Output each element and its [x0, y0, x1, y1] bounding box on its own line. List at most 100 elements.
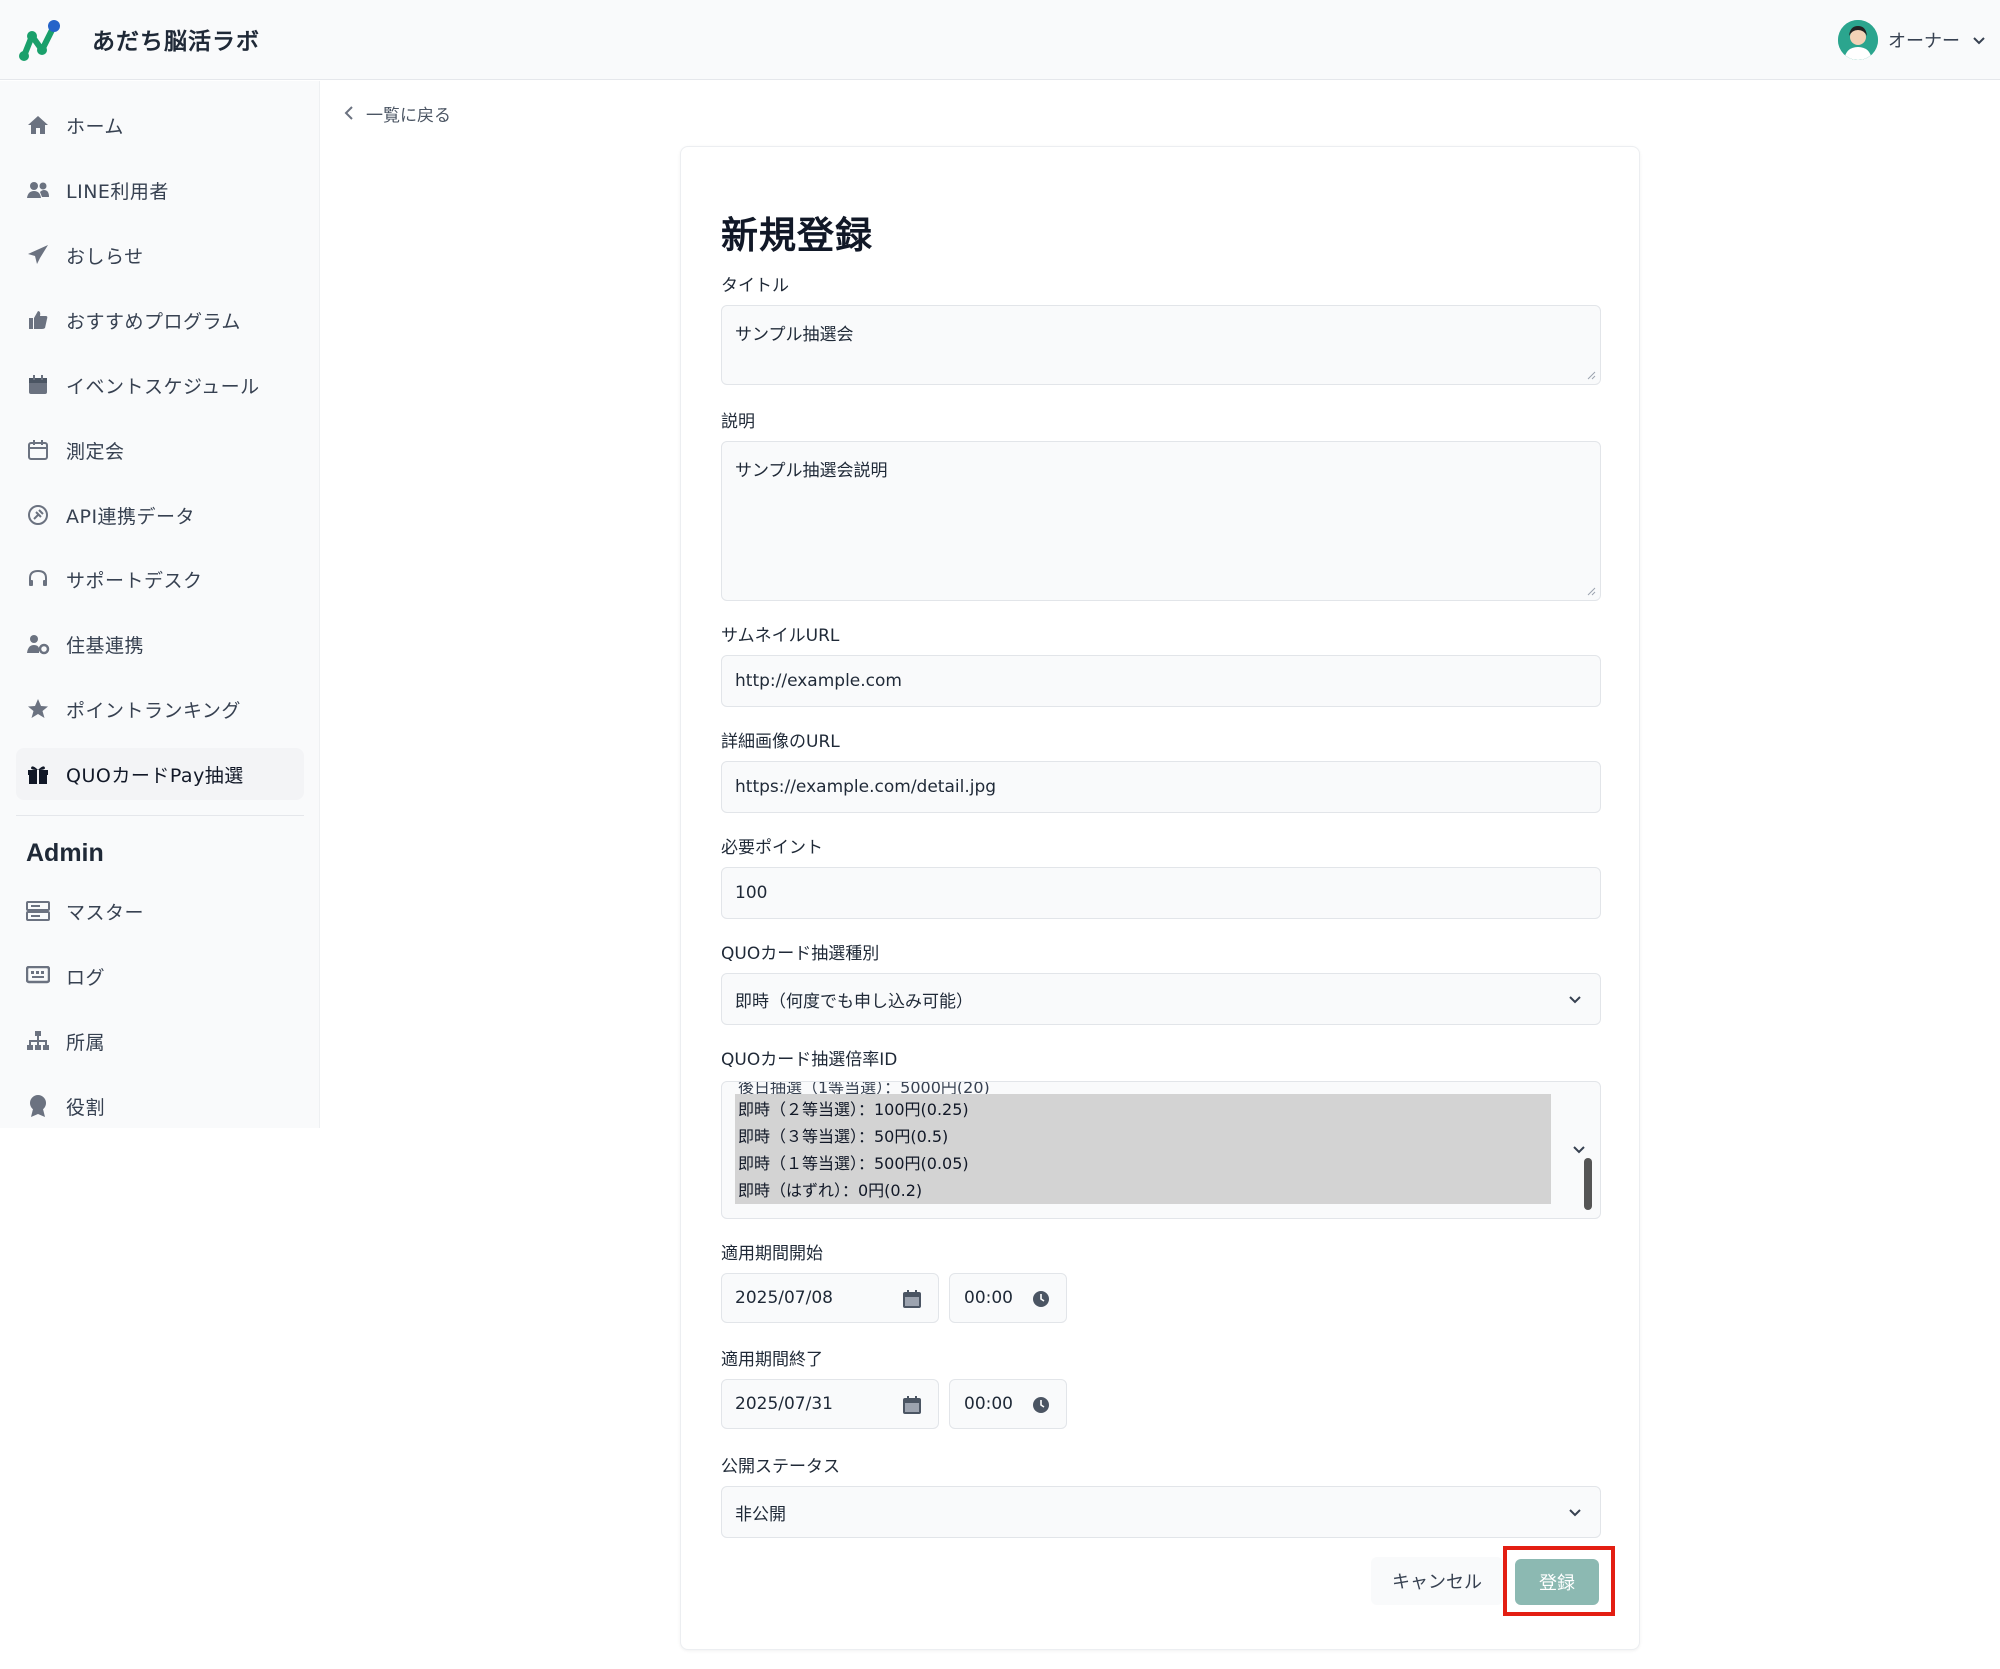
page-title: 新規登録 [721, 214, 873, 257]
sidebar-item-label: 役割 [66, 1096, 106, 1119]
publish-status-label: 公開ステータス [721, 1457, 840, 1477]
required-points-value: 100 [735, 883, 768, 903]
sidebar-section-admin: Admin [26, 839, 104, 867]
description-value: サンプル抽選会説明 [735, 461, 888, 481]
sidebar-item-quo-card-lottery[interactable]: QUOカードPay抽選 [16, 748, 304, 800]
home-icon [24, 111, 52, 139]
sidebar-divider [16, 815, 304, 816]
sidebar-item-api-data[interactable]: API連携データ [16, 489, 304, 541]
start-date-value: 2025/07/08 [735, 1288, 833, 1308]
form-card: 新規登録 タイトル サンプル抽選会 説明 サンプル抽選会説明 サムネイルURL … [680, 146, 1640, 1650]
clock-icon[interactable] [1032, 1396, 1050, 1414]
resize-handle-icon[interactable] [1586, 586, 1596, 596]
description-textarea[interactable]: サンプル抽選会説明 [721, 441, 1601, 601]
scrollbar-thumb[interactable] [1584, 1158, 1592, 1210]
rate-option[interactable]: 即時（１等当選）：500円(0.05) [738, 1150, 969, 1174]
description-label: 説明 [721, 412, 755, 432]
calendar-outline-icon [24, 436, 52, 464]
sidebar-item-support-desk[interactable]: サポートデスク [16, 553, 304, 605]
thumbnail-url-value: http://example.com [735, 671, 902, 691]
sidebar-item-log[interactable]: ログ [16, 950, 304, 1002]
title-label: タイトル [721, 276, 789, 296]
sidebar-item-label: 所属 [66, 1031, 106, 1054]
chevron-down-icon [1569, 1509, 1581, 1517]
sidebar-item-label: おすすめプログラム [66, 310, 241, 333]
chevron-left-icon [344, 106, 353, 120]
clock-icon[interactable] [1032, 1290, 1050, 1308]
sidebar-item-event-schedule[interactable]: イベントスケジュール [16, 359, 304, 411]
sidebar-item-label: API連携データ [66, 505, 196, 528]
publish-status-select[interactable]: 非公開 [721, 1486, 1601, 1538]
user-gear-icon [24, 630, 52, 658]
detail-image-url-label: 詳細画像のURL [721, 732, 840, 752]
sidebar-item-news[interactable]: おしらせ [16, 229, 304, 281]
sidebar-item-point-ranking[interactable]: ポイントランキング [16, 683, 304, 735]
rate-option[interactable]: 即時（２等当選）：100円(0.25) [738, 1096, 969, 1120]
calendar-icon[interactable] [902, 1289, 922, 1309]
sidebar-item-label: サポートデスク [66, 569, 203, 592]
chevron-down-icon [1573, 1146, 1585, 1154]
cancel-button[interactable]: キャンセル [1371, 1557, 1503, 1605]
plug-icon [24, 501, 52, 529]
sidebar-item-line-users[interactable]: LINE利用者 [16, 164, 304, 216]
user-name: オーナー [1888, 31, 1960, 52]
rate-option[interactable]: 即時（３等当選）：50円(0.5) [738, 1123, 948, 1147]
publish-status-value: 非公開 [735, 1504, 786, 1525]
end-time-value: 00:00 [964, 1394, 1013, 1414]
lottery-type-value: 即時（何度でも申し込み可能） [735, 991, 973, 1012]
sidebar-item-label: ホーム [66, 115, 124, 138]
avatar [1838, 20, 1878, 60]
sidebar-item-label: LINE利用者 [66, 180, 169, 203]
start-date-input[interactable]: 2025/07/08 [721, 1273, 939, 1323]
lottery-type-select[interactable]: 即時（何度でも申し込み可能） [721, 973, 1601, 1025]
star-icon [24, 695, 52, 723]
submit-button[interactable]: 登録 [1515, 1559, 1599, 1605]
required-points-input[interactable]: 100 [721, 867, 1601, 919]
back-link[interactable]: 一覧に戻る [344, 100, 451, 126]
end-date-input[interactable]: 2025/07/31 [721, 1379, 939, 1429]
sidebar-item-label: 測定会 [66, 440, 125, 463]
end-period-label: 適用期間終了 [721, 1350, 823, 1370]
sidebar-item-label: QUOカードPay抽選 [66, 764, 244, 787]
sidebar-item-affiliation[interactable]: 所属 [16, 1015, 304, 1067]
headset-icon [24, 565, 52, 593]
sidebar-item-label: マスター [66, 901, 145, 924]
sidebar-item-label: 住基連携 [66, 634, 145, 657]
app-brand: あだち脳活ラボ [92, 29, 260, 55]
sidebar-item-label: ログ [66, 966, 106, 989]
sidebar-item-home[interactable]: ホーム [16, 99, 304, 151]
resize-handle-icon[interactable] [1586, 370, 1596, 380]
sitemap-icon [24, 1027, 52, 1055]
lottery-type-label: QUOカード抽選種別 [721, 944, 880, 964]
chevron-down-icon [1569, 996, 1581, 1004]
sidebar-item-master[interactable]: マスター [16, 885, 304, 937]
rate-option[interactable]: 即時（はずれ）：0円(0.2) [738, 1177, 922, 1201]
sidebar-item-label: おしらせ [66, 245, 144, 268]
end-time-input[interactable]: 00:00 [949, 1379, 1067, 1429]
app-logo-icon [19, 20, 60, 61]
server-icon [24, 897, 52, 925]
user-menu[interactable]: オーナー [1838, 18, 1986, 62]
thumbnail-url-input[interactable]: http://example.com [721, 655, 1601, 707]
app-header: あだち脳活ラボ オーナー [0, 0, 2000, 80]
gift-icon [24, 760, 52, 788]
title-value: サンプル抽選会 [735, 325, 854, 345]
sidebar-item-programs[interactable]: おすすめプログラム [16, 294, 304, 346]
required-points-label: 必要ポイント [721, 838, 823, 858]
detail-image-url-input[interactable]: https://example.com/detail.jpg [721, 761, 1601, 813]
log-icon [24, 962, 52, 990]
sidebar-item-resident-registry[interactable]: 住基連携 [16, 618, 304, 670]
sidebar-item-measurement[interactable]: 測定会 [16, 424, 304, 476]
sidebar-item-label: ポイントランキング [66, 699, 241, 722]
title-textarea[interactable]: サンプル抽選会 [721, 305, 1601, 385]
thumbnail-url-label: サムネイルURL [721, 626, 840, 646]
thumbs-up-icon [24, 306, 52, 334]
sidebar: ホーム LINE利用者 おしらせ おすすめプログラム イベントスケジュール 測定… [0, 81, 320, 1128]
start-time-input[interactable]: 00:00 [949, 1273, 1067, 1323]
lottery-rate-multiselect[interactable]: 後日抽選（1等当選）：5000円(20) 即時（２等当選）：100円(0.25)… [721, 1081, 1601, 1219]
sidebar-item-role[interactable]: 役割 [16, 1080, 304, 1132]
detail-image-url-value: https://example.com/detail.jpg [735, 777, 997, 797]
calendar-icon [24, 371, 52, 399]
start-period-label: 適用期間開始 [721, 1244, 823, 1264]
calendar-icon[interactable] [902, 1395, 922, 1415]
